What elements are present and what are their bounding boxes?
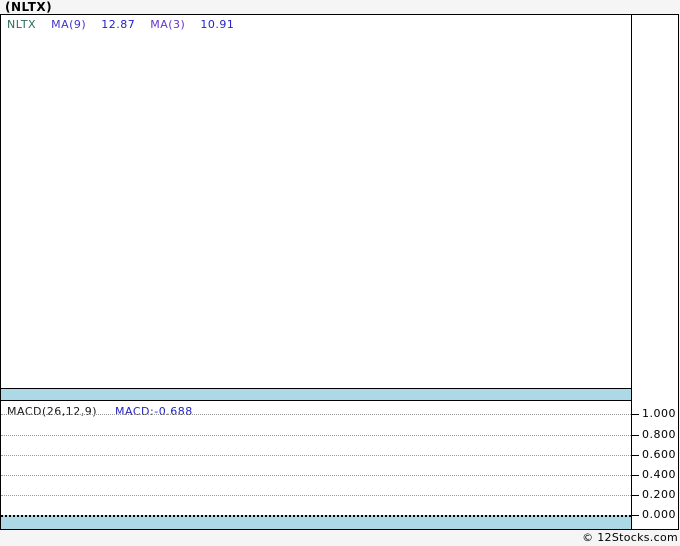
y-tick-label: 0.200 [642, 488, 676, 501]
macd-indicator-label: MACD(26,12,9) [7, 405, 98, 418]
gridline-0.600 [1, 455, 631, 456]
price-legend: NLTX MA(9) 12.87 MA(3) 10.91 [7, 18, 245, 31]
chart-frame: NLTX MA(9) 12.87 MA(3) 10.91 MACD(26,12,… [0, 14, 679, 530]
tick-mark [632, 414, 639, 415]
gridline-0.800 [1, 435, 631, 436]
gridline-1.000 [1, 414, 631, 415]
gridline-0.400 [1, 475, 631, 476]
stock-chart-page: (NLTX) NLTX MA(9) 12.87 MA(3) 10.91 MACD… [0, 0, 680, 546]
tick-mark [632, 455, 639, 456]
y-tick-label: 0.400 [642, 468, 676, 481]
chart-title: (NLTX) [5, 0, 53, 14]
tick-mark [632, 515, 639, 516]
macd-bottom-band [1, 515, 631, 529]
y-axis-gutter: 1.000 0.800 0.600 0.400 0.200 0.000 [632, 15, 678, 529]
attribution-footer: © 12Stocks.com [582, 531, 678, 544]
macd-legend: MACD(26,12,9) MACD:-0.688 [7, 405, 193, 418]
legend-ma3-value: 10.91 [200, 18, 235, 31]
macd-indicator-value: MACD:-0.688 [115, 405, 193, 418]
y-tick-label: 0.000 [642, 508, 676, 521]
y-tick-label: 0.600 [642, 448, 676, 461]
legend-ma9-value: 12.87 [101, 18, 136, 31]
tick-mark [632, 495, 639, 496]
y-tick-label: 1.000 [642, 407, 676, 420]
legend-ticker: NLTX [7, 18, 37, 31]
tick-mark [632, 475, 639, 476]
legend-ma3-label: MA(3) [150, 18, 186, 31]
legend-ma9-label: MA(9) [51, 18, 87, 31]
price-panel: NLTX MA(9) 12.87 MA(3) 10.91 [1, 15, 631, 388]
gridline-0.200 [1, 495, 631, 496]
y-tick-label: 0.800 [642, 428, 676, 441]
tick-mark [632, 435, 639, 436]
macd-panel: MACD(26,12,9) MACD:-0.688 [1, 401, 631, 529]
separator-band [1, 388, 631, 401]
